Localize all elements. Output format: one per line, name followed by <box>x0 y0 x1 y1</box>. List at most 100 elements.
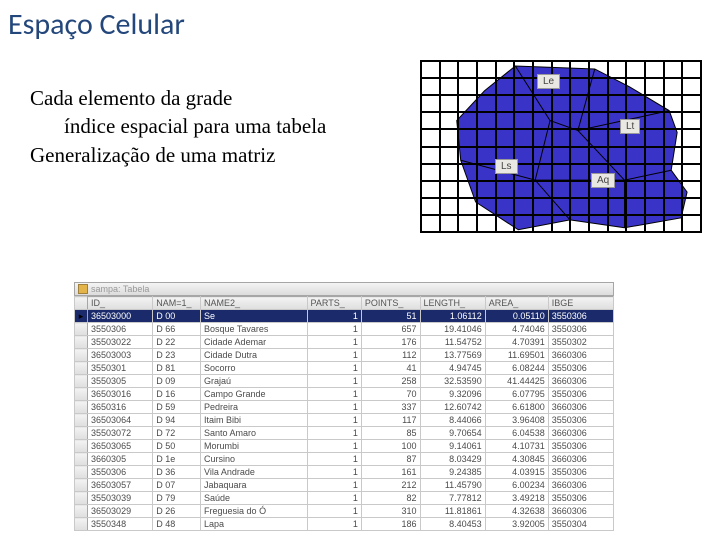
table-cell: 36503064 <box>88 414 153 427</box>
table-cell: D 72 <box>153 427 201 440</box>
column-header[interactable]: POINTS_ <box>361 297 420 310</box>
table-cell: 1 <box>307 414 361 427</box>
table-row[interactable]: 3660305D 1eCursino1878.034294.3084536603… <box>75 453 614 466</box>
body-text: Cada elemento da grade índice espacial p… <box>30 84 326 169</box>
body-line-2: índice espacial para uma tabela <box>30 112 326 140</box>
table-row[interactable]: 3550306D 66Bosque Tavares165719.410464.7… <box>75 323 614 336</box>
table-cell: 3550306 <box>548 388 613 401</box>
table-row[interactable]: 3550306D 36Vila Andrade11619.243854.0391… <box>75 466 614 479</box>
table-cell: D 1e <box>153 453 201 466</box>
table-cell: 337 <box>361 401 420 414</box>
table-cell: 3660306 <box>548 453 613 466</box>
table-cell: Bosque Tavares <box>201 323 307 336</box>
row-marker <box>75 414 88 427</box>
table-row[interactable]: 3650316D 59Pedreira133712.607426.6180036… <box>75 401 614 414</box>
table-cell: 1 <box>307 518 361 531</box>
table-cell: 3550306 <box>548 466 613 479</box>
table-cell: Pedreira <box>201 401 307 414</box>
table-cell: 11.45790 <box>420 479 485 492</box>
table-cell: D 94 <box>153 414 201 427</box>
table-cell: 212 <box>361 479 420 492</box>
table-row[interactable]: 36503057D 07Jabaquara121211.457906.00234… <box>75 479 614 492</box>
table-cell: 6.07795 <box>485 388 548 401</box>
table-row[interactable]: 36503029D 26Freguesia do Ó131011.818614.… <box>75 505 614 518</box>
table-cell: 35503072 <box>88 427 153 440</box>
table-cell: 3550306 <box>548 414 613 427</box>
table-cell: D 22 <box>153 336 201 349</box>
table-cell: 12.60742 <box>420 401 485 414</box>
table-cell: D 79 <box>153 492 201 505</box>
table-cell: 3660306 <box>548 401 613 414</box>
table-cell: 3.92005 <box>485 518 548 531</box>
table-cell: D 66 <box>153 323 201 336</box>
table-row[interactable]: 3550305D 09Grajaú125832.5359041.44425366… <box>75 375 614 388</box>
table-cell: D 48 <box>153 518 201 531</box>
table-cell: Se <box>201 310 307 323</box>
table-cell: 6.61800 <box>485 401 548 414</box>
table-cell: 3550306 <box>548 492 613 505</box>
column-header[interactable]: AREA_ <box>485 297 548 310</box>
table-cell: Santo Amaro <box>201 427 307 440</box>
table-cell: 1 <box>307 479 361 492</box>
table-cell: 82 <box>361 492 420 505</box>
table-cell: Socorro <box>201 362 307 375</box>
table-row[interactable]: 3550301D 81Socorro1414.947456.0824435503… <box>75 362 614 375</box>
table-cell: 3550305 <box>88 375 153 388</box>
table-cell: 3.96408 <box>485 414 548 427</box>
table-cell: 1 <box>307 427 361 440</box>
row-marker <box>75 375 88 388</box>
table-row[interactable]: 35503022D 22Cidade Ademar117611.547524.7… <box>75 336 614 349</box>
table-cell: 41.44425 <box>485 375 548 388</box>
table-cell: 36503000 <box>88 310 153 323</box>
table-cell: 3.49218 <box>485 492 548 505</box>
table-titlebar: sampa: Tabela <box>74 282 614 296</box>
table-row[interactable]: 36503003D 23Cidade Dutra111213.7756911.6… <box>75 349 614 362</box>
column-header[interactable]: ID_ <box>88 297 153 310</box>
row-marker <box>75 505 88 518</box>
table-cell: 1 <box>307 323 361 336</box>
table-cell: 6.00234 <box>485 479 548 492</box>
column-header[interactable]: PARTS_ <box>307 297 361 310</box>
column-header[interactable]: LENGTH_ <box>420 297 485 310</box>
table-cell: 1 <box>307 505 361 518</box>
table-row[interactable]: 36503065D 50Morumbi11009.140614.10731355… <box>75 440 614 453</box>
table-cell: 657 <box>361 323 420 336</box>
table-cell: 100 <box>361 440 420 453</box>
table-cell: 13.77569 <box>420 349 485 362</box>
row-marker-header <box>75 297 88 310</box>
table-row[interactable]: 35503039D 79Saúde1827.778123.49218355030… <box>75 492 614 505</box>
table-cell: 4.70391 <box>485 336 548 349</box>
table-row[interactable]: 36503016D 16Campo Grande1709.320966.0779… <box>75 388 614 401</box>
page-title: Espaço Celular <box>8 6 185 43</box>
table-cell: 3660306 <box>548 427 613 440</box>
table-cell: 11.81861 <box>420 505 485 518</box>
table-cell: Jabaquara <box>201 479 307 492</box>
table-cell: 7.77812 <box>420 492 485 505</box>
table-cell: Saúde <box>201 492 307 505</box>
table-cell: 3660305 <box>88 453 153 466</box>
column-header[interactable]: NAM=1_ <box>153 297 201 310</box>
column-header[interactable]: IBGE <box>548 297 613 310</box>
table-cell: 19.41046 <box>420 323 485 336</box>
table-cell: D 16 <box>153 388 201 401</box>
table-cell: 4.94745 <box>420 362 485 375</box>
column-header[interactable]: NAME2_ <box>201 297 307 310</box>
table-cell: D 07 <box>153 479 201 492</box>
table-cell: D 26 <box>153 505 201 518</box>
table-row[interactable]: 3550348D 48Lapa11868.404533.920053550304 <box>75 518 614 531</box>
map-region-label: Ls <box>495 159 518 174</box>
map-region-label: Aq <box>591 173 615 188</box>
table-row[interactable]: ▸36503000D 00Se1511.061120.051103550306 <box>75 310 614 323</box>
table-cell: 3550306 <box>88 466 153 479</box>
row-marker: ▸ <box>75 310 88 323</box>
table-cell: D 23 <box>153 349 201 362</box>
table-cell: Freguesia do Ó <box>201 505 307 518</box>
table-cell: 3550348 <box>88 518 153 531</box>
table-row[interactable]: 36503064D 94Itaim Bibi11178.440663.96408… <box>75 414 614 427</box>
row-marker <box>75 336 88 349</box>
table-cell: 8.44066 <box>420 414 485 427</box>
body-line-1: Cada elemento da grade <box>30 86 232 110</box>
table-cell: 1 <box>307 349 361 362</box>
table-cell: 1 <box>307 388 361 401</box>
table-row[interactable]: 35503072D 72Santo Amaro1859.706546.04538… <box>75 427 614 440</box>
